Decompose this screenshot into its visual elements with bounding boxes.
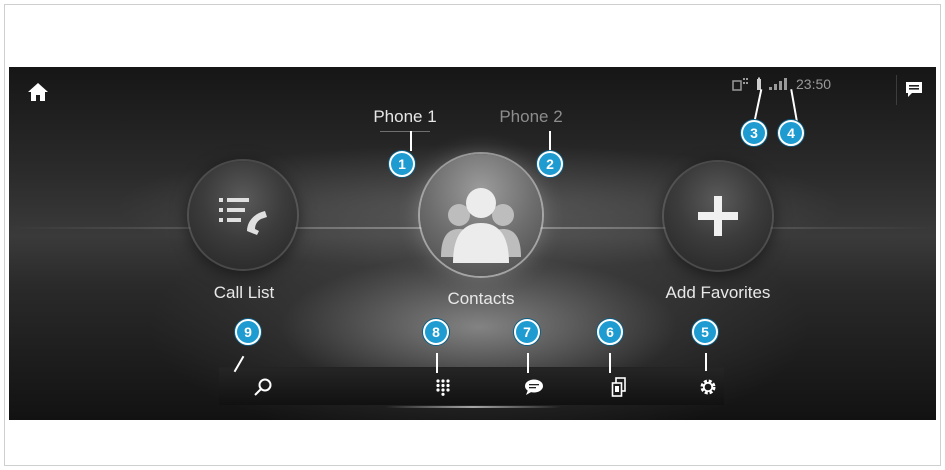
call-list-button[interactable] <box>189 161 297 269</box>
contacts-icon <box>441 188 521 263</box>
connection-icon <box>732 78 748 91</box>
message-list-icon <box>905 82 922 97</box>
bottom-toolbar <box>219 367 724 405</box>
plus-icon <box>698 196 738 236</box>
callout-7-leader <box>527 353 529 373</box>
callout-5-leader <box>705 353 707 371</box>
tab-phone-2-label: Phone 2 <box>499 107 563 126</box>
callout-5: 5 <box>692 319 718 345</box>
callout-9: 9 <box>235 319 261 345</box>
callout-6-leader <box>609 353 611 373</box>
add-favorites-label: Add Favorites <box>665 283 771 302</box>
tab-phone-1-label: Phone 1 <box>373 107 437 126</box>
contacts-label: Contacts <box>447 289 515 308</box>
callout-2: 2 <box>537 151 563 177</box>
search-icon <box>254 378 272 396</box>
settings-icon <box>700 379 716 395</box>
callout-1-leader <box>410 131 412 151</box>
home-button[interactable] <box>21 77 55 107</box>
message-icon <box>525 379 543 395</box>
call-list-label: Call List <box>213 283 275 302</box>
phone-transfer-icon <box>611 377 626 397</box>
head-unit-screen: 23:50 Phone 1 Phone 2 Call List Contacts… <box>9 67 936 420</box>
keypad-icon <box>436 379 450 396</box>
home-icon <box>28 83 48 101</box>
search-button[interactable] <box>219 368 307 406</box>
contacts-button[interactable] <box>420 154 542 276</box>
signal-strength-icon <box>769 78 787 90</box>
callout-1: 1 <box>389 151 415 177</box>
add-favorites-button[interactable] <box>664 162 772 270</box>
callout-4: 4 <box>778 120 804 146</box>
callout-3: 3 <box>741 120 767 146</box>
toolbar-active-indicator <box>385 406 561 408</box>
call-list-icon <box>219 198 267 235</box>
status-bar: 23:50 <box>732 74 831 94</box>
messages-tool-button[interactable] <box>490 368 578 406</box>
callout-6: 6 <box>597 319 623 345</box>
phone-transfer-button[interactable] <box>575 368 663 406</box>
tab-phone-1[interactable]: Phone 1 <box>360 107 450 132</box>
callout-8-leader <box>436 353 438 373</box>
clock: 23:50 <box>796 76 832 92</box>
settings-button[interactable] <box>664 368 752 406</box>
callout-2-leader <box>549 131 551 151</box>
keypad-button[interactable] <box>399 368 487 406</box>
callout-7: 7 <box>514 319 540 345</box>
active-tab-underline <box>380 131 430 132</box>
tab-phone-2[interactable]: Phone 2 <box>486 107 576 127</box>
messages-button[interactable] <box>896 75 930 105</box>
callout-8: 8 <box>423 319 449 345</box>
